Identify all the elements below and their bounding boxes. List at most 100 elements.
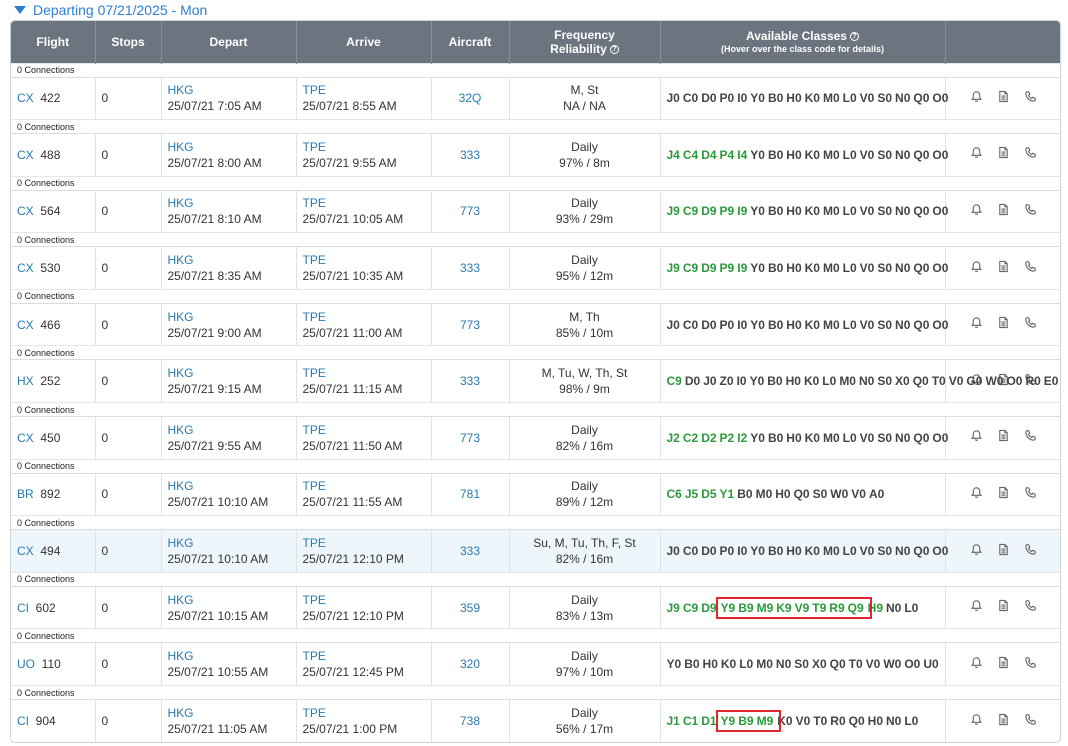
class-code[interactable]: M0 [823, 91, 840, 105]
class-code[interactable]: L0 [904, 601, 918, 615]
class-code[interactable]: K0 [777, 714, 792, 728]
class-code[interactable]: M0 [823, 204, 840, 218]
class-code[interactable]: T9 [812, 601, 826, 615]
class-code[interactable]: S0 [877, 374, 892, 388]
class-code[interactable]: K0 [805, 148, 820, 162]
col-arrive[interactable]: Arrive [296, 21, 432, 63]
class-code[interactable]: J0 [667, 91, 680, 105]
class-code[interactable]: V0 [860, 544, 875, 558]
class-code[interactable]: Q0 [913, 148, 929, 162]
flight-row[interactable]: CX 422 0 HKG 25/07/21 7:05 AM TPE 25/07/21 8:… [11, 77, 1060, 120]
class-code[interactable]: V0 [860, 431, 875, 445]
class-code[interactable]: B0 [737, 487, 752, 501]
class-code[interactable]: I9 [737, 261, 747, 275]
class-code[interactable]: V0 [949, 374, 964, 388]
class-code[interactable]: A0 [869, 487, 884, 501]
depart-airport-link[interactable]: HKG [168, 83, 194, 97]
class-code[interactable]: M0 [823, 431, 840, 445]
phone-icon[interactable] [1024, 713, 1037, 730]
class-code[interactable]: R0 [830, 714, 845, 728]
class-code[interactable]: Q0 [913, 261, 929, 275]
class-code[interactable]: C9 [667, 374, 682, 388]
col-flight[interactable]: Flight [11, 21, 96, 63]
depart-airport-link[interactable]: HKG [168, 706, 194, 720]
flight-row[interactable]: CX 488 0 HKG 25/07/21 8:00 AM TPE 25/07/21 9:… [11, 133, 1060, 177]
col-aircraft[interactable]: Aircraft [431, 21, 510, 63]
phone-icon[interactable] [1024, 656, 1037, 673]
class-code[interactable]: H0 [786, 91, 801, 105]
class-code[interactable]: S0 [813, 487, 828, 501]
airline-code-link[interactable]: CX [17, 204, 34, 218]
class-code[interactable]: K9 [776, 601, 791, 615]
aircraft-link[interactable]: 773 [460, 318, 480, 332]
airline-code-link[interactable]: BR [17, 487, 34, 501]
class-code[interactable]: B9 [738, 601, 753, 615]
class-code[interactable]: M0 [756, 487, 773, 501]
class-code[interactable]: N0 [886, 601, 901, 615]
class-code[interactable]: H0 [786, 261, 801, 275]
class-code[interactable]: U0 [923, 657, 938, 671]
class-code[interactable]: Y0 [750, 261, 765, 275]
flight-row[interactable]: CX 466 0 HKG 25/07/21 9:00 AM TPE 25/07/21 11… [11, 303, 1060, 346]
class-code[interactable]: W0 [985, 374, 1003, 388]
class-code[interactable]: M0 [839, 374, 856, 388]
phone-icon[interactable] [1024, 599, 1037, 616]
document-icon[interactable] [997, 599, 1010, 616]
class-code[interactable]: I9 [737, 204, 747, 218]
airline-code-link[interactable]: CI [17, 601, 29, 615]
class-code[interactable]: L0 [843, 91, 857, 105]
class-code[interactable]: V0 [860, 91, 875, 105]
class-code[interactable]: Y0 [750, 544, 765, 558]
class-code[interactable]: O0 [932, 204, 948, 218]
class-code[interactable]: M0 [756, 657, 773, 671]
aircraft-link[interactable]: 738 [460, 714, 480, 728]
class-code[interactable]: Z0 [720, 374, 734, 388]
arrive-airport-link[interactable]: TPE [303, 593, 326, 607]
class-code[interactable]: L0 [822, 374, 836, 388]
class-code[interactable]: K0 [805, 261, 820, 275]
class-code[interactable]: P4 [720, 148, 735, 162]
airline-code-link[interactable]: CX [17, 148, 34, 162]
class-code[interactable]: D5 [701, 487, 716, 501]
class-code[interactable]: P0 [720, 91, 735, 105]
col-depart[interactable]: Depart [161, 21, 297, 63]
class-code[interactable]: W0 [830, 487, 848, 501]
class-code[interactable]: N0 [895, 318, 910, 332]
class-code[interactable]: N0 [895, 148, 910, 162]
document-icon[interactable] [997, 713, 1010, 730]
class-code[interactable]: R0 [1025, 374, 1040, 388]
bell-icon[interactable] [970, 203, 983, 220]
class-code[interactable]: C9 [683, 601, 698, 615]
class-code[interactable]: X0 [895, 374, 910, 388]
class-code[interactable]: J5 [685, 487, 698, 501]
bell-icon[interactable] [970, 316, 983, 333]
class-code[interactable]: N0 [895, 544, 910, 558]
class-code[interactable]: W0 [883, 657, 901, 671]
col-classes[interactable]: Available Classes? (Hover over the class… [660, 21, 946, 63]
class-code[interactable]: L0 [843, 318, 857, 332]
class-code[interactable]: J0 [667, 544, 680, 558]
class-code[interactable]: J9 [667, 261, 680, 275]
class-code[interactable]: J9 [667, 204, 680, 218]
bell-icon[interactable] [970, 486, 983, 503]
arrive-airport-link[interactable]: TPE [303, 310, 326, 324]
aircraft-link[interactable]: 333 [460, 544, 480, 558]
aircraft-link[interactable]: 773 [460, 204, 480, 218]
class-code[interactable]: N0 [886, 714, 901, 728]
collapse-triangle-icon[interactable] [14, 6, 26, 14]
class-code[interactable]: S0 [877, 148, 892, 162]
class-code[interactable]: C1 [683, 714, 698, 728]
class-code[interactable]: H0 [786, 431, 801, 445]
class-code[interactable]: H0 [786, 148, 801, 162]
class-code[interactable]: L0 [843, 204, 857, 218]
class-code[interactable]: R9 [829, 601, 844, 615]
class-code[interactable]: H0 [786, 544, 801, 558]
class-code[interactable]: V0 [860, 261, 875, 275]
depart-airport-link[interactable]: HKG [168, 479, 194, 493]
class-code[interactable]: Q0 [913, 318, 929, 332]
class-code[interactable]: X0 [812, 657, 827, 671]
class-code[interactable]: C6 [667, 487, 682, 501]
airline-code-link[interactable]: CX [17, 91, 34, 105]
document-icon[interactable] [997, 486, 1010, 503]
class-code[interactable]: D0 [701, 91, 716, 105]
